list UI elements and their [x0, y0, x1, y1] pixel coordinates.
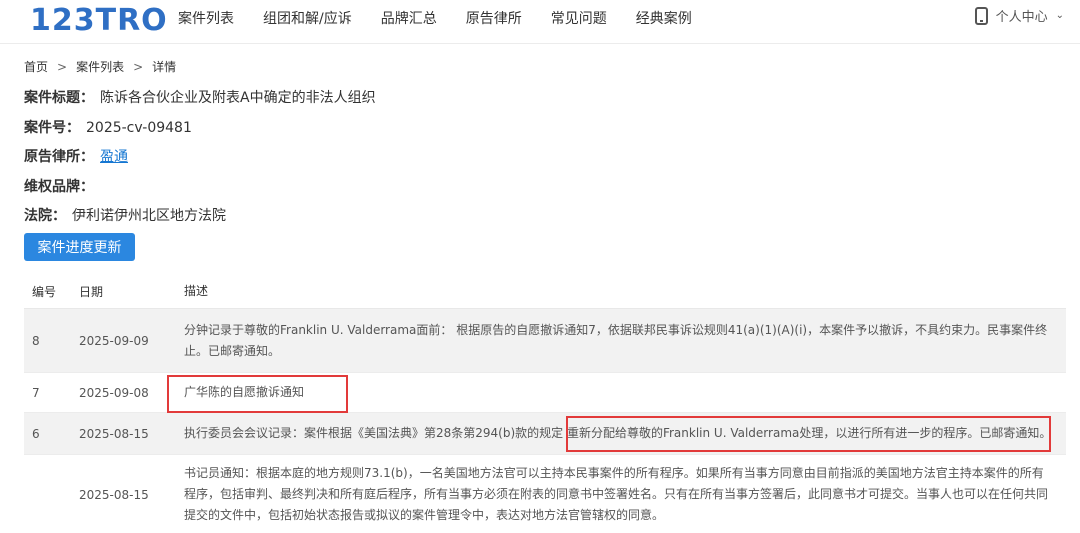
highlight-box	[167, 375, 348, 413]
brand-row: 维权品牌：	[24, 176, 100, 196]
case-title-row: 案件标题： 陈诉各合伙企业及附表A中确定的非法人组织	[24, 87, 376, 107]
breadcrumb-case-list[interactable]: 案件列表	[76, 58, 124, 75]
breadcrumb-home[interactable]: 首页	[24, 58, 48, 75]
nav-case-list[interactable]: 案件列表	[178, 8, 234, 28]
row-date: 2025-08-15	[79, 487, 149, 502]
court-value: 伊利诺伊州北区地方法院	[72, 208, 226, 224]
chevron-down-icon: ⌄	[1055, 10, 1064, 21]
plaintiff-firm-row: 原告律所： 盈通	[24, 146, 128, 166]
row-number: 8	[32, 333, 40, 348]
table-row: 8 2025-09-09 分钟记录于尊敬的Franklin U. Valderr…	[24, 309, 1066, 373]
table-row: 2025-08-15 书记员通知：根据本庭的地方规则73.1(b)，一名美国地方…	[24, 455, 1066, 533]
breadcrumb-separator: >	[133, 59, 144, 74]
breadcrumb-current: 详情	[152, 60, 177, 74]
main-nav: 案件列表 组团和解/应诉 品牌汇总 原告律所 常见问题 经典案例	[178, 0, 721, 36]
court-row: 法院： 伊利诺伊州北区地方法院	[24, 205, 226, 225]
nav-classic-cases[interactable]: 经典案例	[636, 8, 692, 28]
user-center-menu[interactable]: 个人中心 ⌄	[974, 6, 1064, 25]
brand-label: 维权品牌：	[24, 179, 94, 195]
row-date: 2025-08-15	[79, 426, 149, 441]
header-description: 描述	[184, 284, 209, 298]
table-header: 编号 日期 描述	[24, 275, 1066, 309]
phone-icon	[974, 6, 988, 25]
highlight-box	[566, 416, 1051, 452]
nav-faq[interactable]: 常见问题	[551, 8, 607, 28]
row-description: 书记员通知：根据本庭的地方规则73.1(b)，一名美国地方法官可以主持本民事案件…	[184, 466, 1049, 522]
case-number-label: 案件号：	[24, 120, 80, 136]
row-date: 2025-09-09	[79, 333, 149, 348]
case-number-row: 案件号： 2025-cv-09481	[24, 117, 192, 137]
plaintiff-firm-link[interactable]: 盈通	[100, 149, 128, 165]
nav-brand-summary[interactable]: 品牌汇总	[381, 8, 437, 28]
nav-plaintiff-firms[interactable]: 原告律所	[466, 8, 522, 28]
site-logo[interactable]: 123TRO	[30, 0, 168, 40]
user-center-label: 个人中心	[995, 10, 1048, 25]
nav-group-settlement[interactable]: 组团和解/应诉	[263, 8, 352, 28]
case-title-value: 陈诉各合伙企业及附表A中确定的非法人组织	[100, 90, 376, 106]
breadcrumb-separator: >	[57, 59, 68, 74]
case-progress-update-button[interactable]: 案件进度更新	[24, 233, 135, 261]
row-number: 6	[32, 426, 40, 441]
plaintiff-firm-label: 原告律所：	[24, 149, 94, 165]
header-number: 编号	[32, 285, 57, 299]
header-date: 日期	[79, 285, 104, 299]
row-number: 7	[32, 385, 40, 400]
court-label: 法院：	[24, 208, 66, 224]
case-number-value: 2025-cv-09481	[86, 120, 192, 136]
breadcrumb: 首页 > 案件列表 > 详情	[24, 58, 176, 75]
row-description: 分钟记录于尊敬的Franklin U. Valderrama面前： 根据原告的自…	[184, 322, 1048, 358]
case-title-label: 案件标题：	[24, 90, 94, 106]
top-header: 123TRO 案件列表 组团和解/应诉 品牌汇总 原告律所 常见问题 经典案例 …	[0, 0, 1080, 44]
